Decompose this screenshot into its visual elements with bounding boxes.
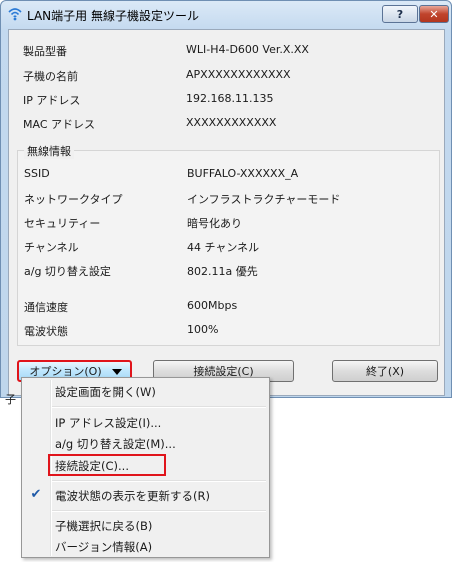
menu-separator xyxy=(52,480,266,482)
wireless-info-group: 無線情報 SSID BUFFALO-XXXXXX_A ネットワークタイプ インフ… xyxy=(17,143,440,346)
menu-item-ip-settings[interactable]: IP アドレス設定(I)... xyxy=(55,415,161,431)
app-window: LAN端子用 無線子機設定ツール ? ✕ 製品型番 WLI-H4-D600 Ve… xyxy=(0,0,452,406)
wireless-label: 電波状態 xyxy=(24,325,68,338)
close-icon: ✕ xyxy=(429,7,439,21)
info-value: XXXXXXXXXXXX xyxy=(186,116,277,129)
main-panel: 製品型番 WLI-H4-D600 Ver.X.XX 子機の名前 APXXXXXX… xyxy=(8,29,445,396)
wireless-label: ネットワークタイプ xyxy=(24,193,123,206)
help-button[interactable]: ? xyxy=(382,5,418,23)
dropdown-arrow-icon xyxy=(112,369,122,375)
menu-item-version-info[interactable]: バージョン情報(A) xyxy=(55,539,152,555)
exit-label: 終了(X) xyxy=(365,365,405,378)
title-bar[interactable]: LAN端子用 無線子機設定ツール ? ✕ xyxy=(1,1,451,29)
info-label: 製品型番 xyxy=(23,45,67,58)
wireless-label: セキュリティー xyxy=(24,217,101,230)
menu-item-ag-settings[interactable]: a/g 切り替え設定(M)... xyxy=(55,436,176,452)
wireless-value: 44 チャンネル xyxy=(187,241,260,254)
status-text: 子 xyxy=(5,393,16,406)
menu-separator xyxy=(52,510,266,512)
wireless-value: 100% xyxy=(187,323,219,336)
wireless-label: SSID xyxy=(24,167,50,180)
wireless-value: BUFFALO-XXXXXX_A xyxy=(187,167,299,180)
wireless-value: 802.11a 優先 xyxy=(187,265,258,278)
exit-button[interactable]: 終了(X) xyxy=(332,360,438,382)
check-icon: ✔ xyxy=(30,486,42,502)
wireless-label: 通信速度 xyxy=(24,301,68,314)
options-menu: 設定画面を開く(W) IP アドレス設定(I)... a/g 切り替え設定(M)… xyxy=(21,377,270,558)
help-icon: ? xyxy=(396,7,404,21)
info-label: MAC アドレス xyxy=(23,118,95,131)
wireless-label: a/g 切り替え設定 xyxy=(24,265,111,278)
wireless-value: 600Mbps xyxy=(187,299,238,312)
group-title: 無線情報 xyxy=(24,143,74,159)
close-button[interactable]: ✕ xyxy=(419,5,449,23)
menu-item-open-settings[interactable]: 設定画面を開く(W) xyxy=(55,384,156,400)
window-title: LAN端子用 無線子機設定ツール xyxy=(27,9,199,23)
menu-item-refresh-signal[interactable]: 電波状態の表示を更新する(R) xyxy=(55,488,210,504)
wireless-value: インフラストラクチャーモード xyxy=(187,193,341,206)
menu-item-back-to-select[interactable]: 子機選択に戻る(B) xyxy=(55,518,152,534)
info-label: IP アドレス xyxy=(23,94,81,107)
info-label: 子機の名前 xyxy=(23,70,78,83)
wireless-value: 暗号化あり xyxy=(187,217,242,230)
menu-separator xyxy=(52,406,266,408)
highlight-box xyxy=(48,454,166,476)
info-value: APXXXXXXXXXXXX xyxy=(186,68,291,81)
info-value: 192.168.11.135 xyxy=(186,92,274,105)
wifi-icon xyxy=(8,8,22,21)
info-value: WLI-H4-D600 Ver.X.XX xyxy=(186,43,309,56)
wireless-label: チャンネル xyxy=(24,241,79,254)
